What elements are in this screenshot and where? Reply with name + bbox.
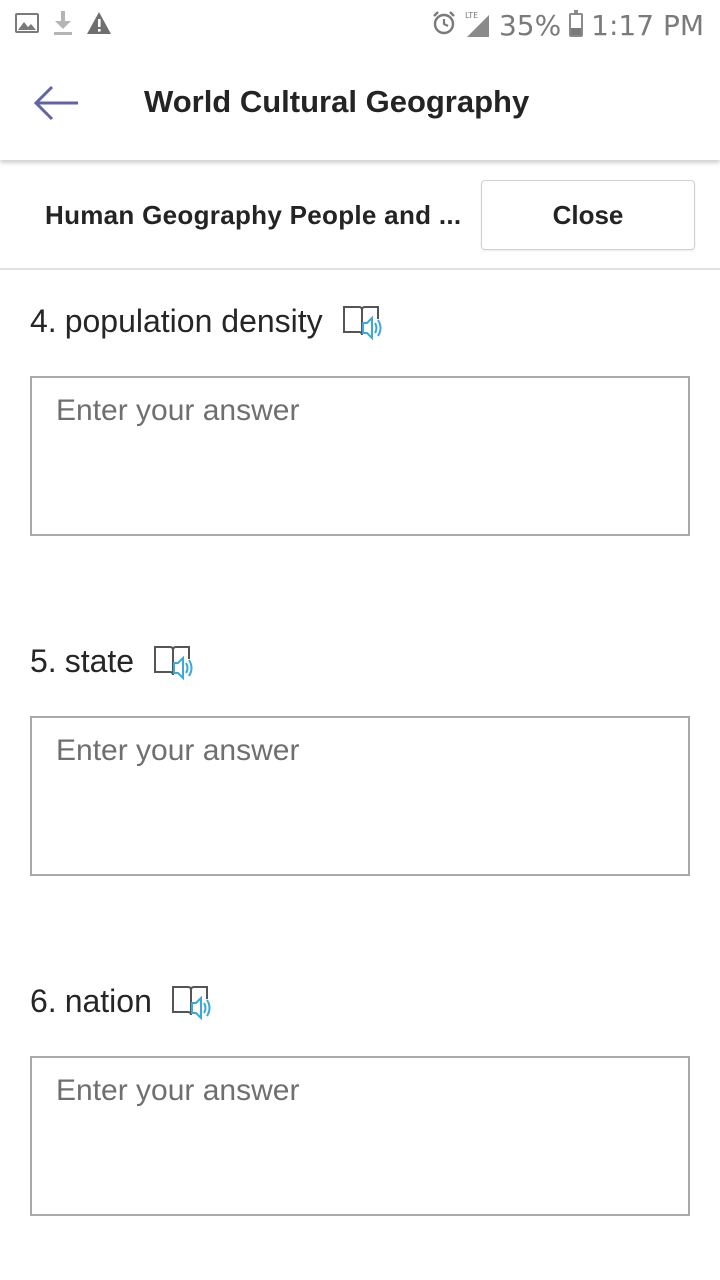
answer-input[interactable]: [30, 716, 690, 876]
form-header: Human Geography People and ... Close: [0, 160, 720, 270]
app-bar: World Cultural Geography: [0, 50, 720, 160]
battery-percent: 35%: [498, 8, 562, 42]
back-button[interactable]: [26, 78, 86, 132]
question-title: nation: [64, 982, 152, 1019]
question-item: 5. state: [30, 636, 690, 876]
close-button[interactable]: Close: [481, 180, 695, 250]
status-system: LTE 35% 1:17 PM: [431, 6, 704, 44]
immersive-reader-icon[interactable]: [341, 301, 385, 341]
question-title: state: [64, 642, 135, 679]
answer-input[interactable]: [30, 1056, 690, 1216]
question-number: 5.: [30, 642, 57, 679]
question-title: population density: [64, 302, 323, 339]
signal-icon: LTE: [464, 11, 491, 39]
back-arrow-icon: [32, 83, 80, 128]
immersive-reader-icon[interactable]: [170, 981, 214, 1021]
question-item: 4. population density: [30, 296, 690, 536]
status-bar: LTE 35% 1:17 PM: [0, 0, 720, 50]
question-number: 4.: [30, 302, 57, 339]
answer-input[interactable]: [30, 376, 690, 536]
question-number: 6.: [30, 982, 57, 1019]
immersive-reader-icon[interactable]: [152, 641, 196, 681]
network-type-label: LTE: [464, 11, 479, 20]
warning-icon: [86, 11, 112, 40]
page-title: World Cultural Geography: [144, 84, 530, 119]
question-header: 5. state: [30, 636, 690, 686]
clock: 1:17 PM: [591, 8, 704, 42]
question-item: 6. nation: [30, 976, 690, 1216]
status-notifications: [14, 10, 112, 41]
image-icon: [14, 11, 40, 40]
battery-icon: [569, 10, 584, 37]
alarm-icon: [431, 10, 457, 41]
form-name: Human Geography People and ...: [45, 200, 462, 230]
question-header: 6. nation: [30, 976, 690, 1026]
question-header: 4. population density: [30, 296, 690, 346]
download-icon: [52, 10, 74, 41]
